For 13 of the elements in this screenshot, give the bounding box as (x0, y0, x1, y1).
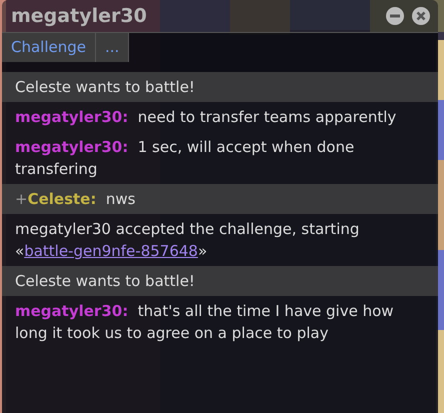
window-title: megatyler30 (11, 5, 147, 27)
minimize-icon[interactable] (386, 7, 404, 25)
close-icon[interactable] (412, 7, 430, 25)
notice-message: Celeste wants to battle! (15, 272, 195, 290)
chat-message: megatyler30: that's all the time I have give how long it took us to agree on a place to play (15, 301, 395, 344)
tab-button[interactable]: Challenge (2, 33, 96, 62)
notice-message: Celeste wants to battle! (15, 78, 195, 96)
chat-message: megatyler30: 1 sec, will accept when done transfering (15, 137, 356, 180)
chat-message: +Celeste: nws (15, 189, 136, 210)
chat-message: megatyler30: need to transfer teams apparently (15, 107, 398, 128)
tab-button[interactable]: ... (96, 33, 130, 62)
battle-link[interactable]: battle-gen9nfe-857648 (24, 242, 198, 260)
system-message: megatyler30 accepted the challenge, starting «battle-gen9nfe-857648» (15, 219, 360, 262)
